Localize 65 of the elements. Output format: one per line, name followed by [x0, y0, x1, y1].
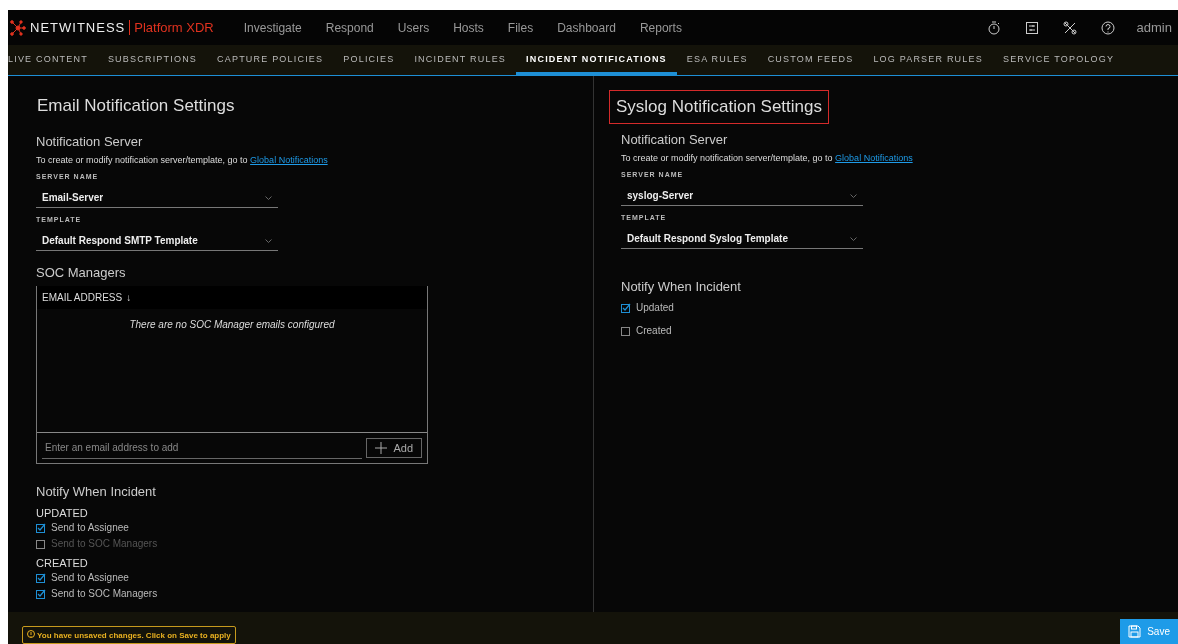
tab[interactable]: POLICIES	[333, 45, 405, 76]
server-dropdown[interactable]: Email-Server	[36, 186, 278, 208]
sliders-icon[interactable]	[1024, 20, 1039, 35]
user-menu[interactable]: admin	[1136, 20, 1172, 35]
tab[interactable]: INCIDENT NOTIFICATIONS	[516, 45, 677, 76]
logo-icon	[10, 19, 26, 36]
stopwatch-icon[interactable]	[986, 20, 1001, 35]
nav-link[interactable]: Reports	[639, 20, 682, 35]
column-header[interactable]: EMAIL ADDRESS ↓	[37, 286, 427, 309]
tab[interactable]: SERVICE TOPOLOGY	[992, 45, 1125, 76]
group-label: CREATED	[36, 557, 89, 569]
section-heading: Notify When Incident	[36, 484, 157, 499]
server-dropdown[interactable]: syslog-Server	[621, 184, 863, 206]
tab[interactable]: ESA RULES	[676, 45, 758, 76]
nav-link[interactable]: Users	[397, 20, 430, 35]
option-label: Send to SOC Managers	[36, 538, 593, 549]
hint-text: To create or modify notification server/template, go to Global Notifications	[36, 155, 329, 165]
option-label: Created	[636, 325, 672, 336]
option-label: Send to SOC Managers	[36, 588, 593, 599]
global-notifications-link[interactable]: Global Notifications	[250, 155, 328, 165]
tab[interactable]: LIVE CONTENT	[8, 45, 98, 76]
section-heading: SOC Managers	[36, 265, 127, 280]
help-icon[interactable]	[1100, 20, 1115, 35]
tools-icon[interactable]	[1062, 20, 1077, 35]
plus-icon	[375, 442, 388, 454]
panel-title: Syslog Notification Settings	[609, 90, 829, 124]
option-label: Send to Assignee	[36, 522, 593, 533]
nav-link[interactable]: Respond	[325, 20, 374, 35]
chevron-icon	[850, 236, 857, 241]
hint-text: To create or modify notification server/template, go to Global Notifications	[621, 153, 914, 163]
checked-checkbox[interactable]	[36, 522, 46, 533]
info-icon	[27, 630, 35, 638]
product-name: Platform XDR	[129, 20, 214, 35]
section-heading: Notification Server	[36, 134, 144, 149]
chevron-icon	[265, 238, 272, 243]
checked-checkbox[interactable]	[36, 588, 46, 599]
chevron-icon	[265, 195, 272, 200]
option-label: Send to Assignee	[36, 572, 593, 583]
empty-table-message: There are no SOC Manager emails configured	[37, 309, 427, 433]
panel-title: Email Notification Settings	[36, 96, 236, 116]
checked-checkbox[interactable]	[621, 302, 631, 313]
global-notifications-link[interactable]: Global Notifications	[835, 153, 913, 163]
template-dropdown[interactable]: Default Respond SMTP Template	[36, 229, 278, 251]
chevron-icon	[850, 193, 857, 198]
tab[interactable]: CUSTOM FEEDS	[757, 45, 864, 76]
email-input-field[interactable]: Enter an email address to add	[42, 437, 363, 459]
option-label: Updated	[636, 302, 674, 313]
template-dropdown[interactable]: Default Respond Syslog Template	[621, 227, 863, 249]
tab[interactable]: INCIDENT RULES	[404, 45, 517, 76]
section-heading: Notify When Incident	[621, 279, 742, 294]
nav-link[interactable]: Dashboard	[557, 20, 616, 35]
add-button[interactable]: Add	[366, 438, 422, 458]
unsaved-changes-warning: You have unsaved changes. Click on Save to apply	[22, 626, 236, 644]
checked-checkbox[interactable]	[36, 572, 46, 583]
tab[interactable]: CAPTURE POLICIES	[207, 45, 334, 76]
nav-link[interactable]: Files	[507, 20, 534, 35]
group-label: UPDATED	[36, 507, 89, 519]
nav-link[interactable]: Investigate	[243, 20, 302, 35]
sort-icon: ↓	[126, 292, 132, 303]
tab[interactable]: SUBSCRIPTIONS	[97, 45, 208, 76]
nav-link[interactable]: Hosts	[453, 20, 484, 35]
tab[interactable]: LOG PARSER RULES	[863, 45, 993, 76]
checkbox[interactable]	[621, 325, 631, 336]
section-heading: Notification Server	[621, 132, 729, 147]
brand-name: NETWITNESS	[30, 20, 126, 35]
